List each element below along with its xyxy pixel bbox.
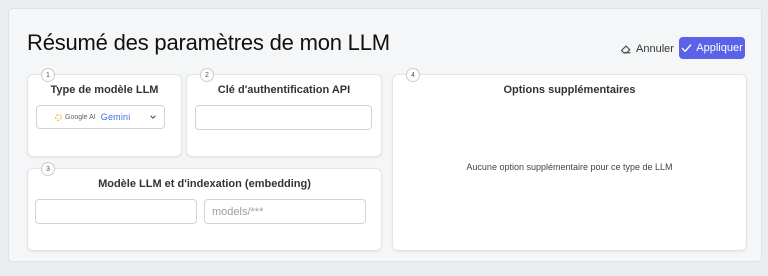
extra-options-card: 4 Options supplémentaires Aucune option … (392, 68, 747, 251)
cancel-button[interactable]: Annuler (620, 40, 674, 58)
google-ai-star-icon (55, 113, 62, 121)
api-key-input[interactable] (195, 105, 372, 130)
page-title: Résumé des paramètres de mon LLM (27, 30, 390, 55)
google-ai-logo: Google AI (55, 114, 96, 121)
embedding-title: Modèle LLM et d'indexation (embedding) (98, 178, 311, 190)
provider-name: Google AI (65, 113, 96, 121)
step-badge: 4 (406, 68, 420, 82)
api-key-card: 2 Clé d'authentification API (186, 68, 382, 157)
llm-model-input[interactable] (35, 199, 197, 224)
step-badge: 3 (41, 162, 55, 176)
model-type-select[interactable]: Google AI Gemini (36, 105, 165, 129)
eraser-icon (620, 45, 631, 54)
chevron-down-icon (150, 115, 156, 119)
extra-options-title: Options supplémentaires (503, 84, 636, 96)
step-badge: 1 (41, 68, 55, 82)
cancel-button-label: Annuler (636, 43, 674, 55)
check-icon (681, 43, 692, 52)
apply-button[interactable]: Appliquer (679, 37, 745, 59)
apply-button-label: Appliquer (696, 42, 743, 54)
step-badge: 2 (200, 68, 214, 82)
embedding-card: 3 Modèle LLM et d'indexation (embedding)… (27, 162, 382, 251)
model-type-title: Type de modèle LLM (50, 84, 159, 96)
api-key-title: Clé d'authentification API (217, 84, 351, 96)
model-type-card: 1 Type de modèle LLM Google AI Gemini (27, 68, 182, 157)
embedding-model-input[interactable]: models/*** (204, 199, 366, 224)
empty-options-message: Aucune option supplémentaire pour ce typ… (466, 162, 673, 172)
model-name: Gemini (100, 112, 131, 122)
